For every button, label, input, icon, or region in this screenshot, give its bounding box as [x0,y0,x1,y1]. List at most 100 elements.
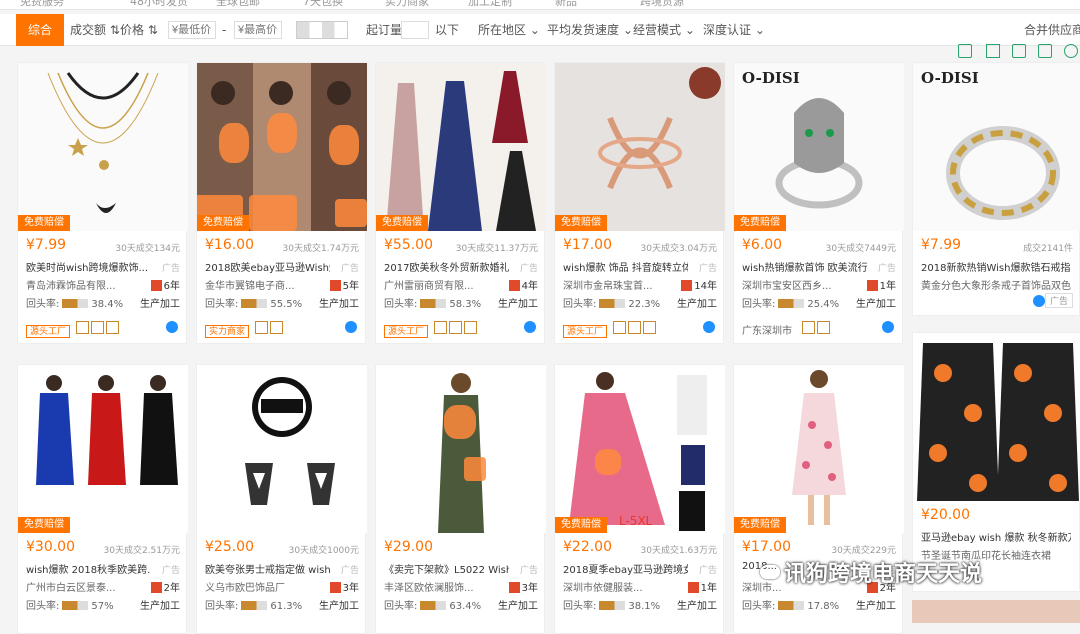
product-image[interactable]: 免费赔偿 [18,63,188,231]
top-strip-item[interactable]: 48小时发货 [130,0,188,9]
product-card[interactable]: ¥20.00 亚马逊ebay wish 爆款 秋冬新款万圣 节圣诞节南瓜印花长袖… [912,332,1080,592]
factory-badge[interactable]: 源头工厂 [563,325,608,338]
factory-badge[interactable]: 源头工厂 [384,325,429,338]
next-product-image[interactable] [912,600,1080,623]
supplier-location[interactable]: 深圳市宝安区西乡... [742,277,852,292]
save-icon[interactable] [1012,44,1026,58]
service-icon[interactable] [628,321,642,334]
product-image[interactable]: O-DISI 免费赔偿 [734,63,904,231]
sort-price-tab[interactable]: 价格 ⇅ [120,14,158,46]
product-image[interactable]: 免费赔偿 [555,63,725,231]
price-histogram[interactable] [296,21,348,39]
supplier-location[interactable]: 广州雷丽商贸有限... [384,277,494,292]
shield-icon[interactable] [106,321,120,334]
top-strip-item[interactable]: 全球包邮 [216,0,260,9]
production-type: 生产加工 [319,601,359,612]
shield-icon[interactable] [643,321,657,334]
top-strip-item[interactable]: 加工定制 [468,0,512,9]
supplier-location[interactable]: 青岛沛霖饰品有限... [26,277,136,292]
service-icon[interactable] [270,321,284,334]
product-card[interactable]: 免费赔偿 ¥55.00 30天成交11.37万元 2017欧美秋冬外贸新款婚礼服… [375,62,546,344]
product-card[interactable]: 免费赔偿 ¥7.99 30天成交134元 欧美时尚wish跨境爆款饰... 广告… [17,62,188,344]
product-title[interactable]: 2018新款热销Wish爆款锆石戒指镶 [921,259,1071,274]
product-image[interactable] [197,365,367,533]
product-subtitle[interactable]: 黄金分色大象形条戒子首饰品双色 [921,277,1071,292]
product-title[interactable]: 2018夏季ebay亚马逊跨境女... [563,561,688,576]
export-icon[interactable] [1038,44,1052,58]
product-card[interactable]: 免费赔偿 ¥30.00 30天成交2.51万元 wish爆款 2018秋季欧美跨… [17,364,188,634]
service-icon[interactable] [255,321,269,334]
top-strip-item[interactable]: 新品 [555,0,577,9]
supplier-location[interactable]: 金华市翼锦电子商... [205,277,315,292]
service-icon[interactable] [91,321,105,334]
max-price-input[interactable] [234,21,282,39]
product-image[interactable]: 免费赔偿 [197,63,367,231]
top-strip-item[interactable]: 7天包换 [303,0,343,9]
product-card[interactable]: 免费赔偿 ¥16.00 30天成交1.74万元 2018欧美ebay亚马逊Wis… [196,62,367,344]
service-icon[interactable] [802,321,815,334]
supplier-location[interactable]: 深圳市金帛珠宝首... [563,277,673,292]
product-title[interactable]: 《卖完下架款》L5022 Wish... [384,561,509,576]
product-title[interactable]: 2017欧美秋冬外贸新款婚礼服ebay... [384,259,509,274]
service-icon[interactable] [449,321,463,334]
merge-supplier-toggle[interactable]: 合并供应商 [1024,14,1080,46]
product-image[interactable]: 免费赔偿 [376,63,546,231]
expand-icon[interactable] [986,44,1000,58]
repeat-rate-label: 回头率: [26,601,60,612]
min-price-input[interactable] [168,21,216,39]
product-title[interactable]: 亚马逊ebay wish 爆款 秋冬新款万圣 [921,529,1071,544]
sort-comprehensive-tab[interactable]: 综合 [16,14,64,46]
product-card[interactable]: ¥25.00 30天成交1000元 欧美夸张男士戒指定做 wish... 广告 … [196,364,367,634]
supplier-location[interactable]: 深圳市依健服装... [563,579,673,594]
chat-icon[interactable] [882,321,894,333]
region-dropdown[interactable]: 所在地区 ⌄ [478,14,540,46]
product-title[interactable]: wish爆款 饰品 抖音旋转立体交叉戒... [563,259,688,274]
product-title[interactable]: 2018欧美ebay亚马逊Wish爆款 [205,259,330,274]
certification-dropdown[interactable]: 深度认证 ⌄ [703,14,765,46]
product-title[interactable]: wish热销爆款首饰 欧美流行... [742,259,867,274]
product-card[interactable]: ¥29.00 《卖完下架款》L5022 Wish... 广告 丰泽区欧依澜服饰.… [375,364,546,634]
brand-logo: O-DISI [742,69,800,87]
shield-icon[interactable] [464,321,478,334]
product-image[interactable]: L-5XL 免费赔偿 [555,365,725,533]
chat-icon[interactable] [345,321,357,333]
service-icon[interactable] [817,321,830,334]
jumpsuit-image [376,365,546,533]
product-image[interactable]: 免费赔偿 [18,365,188,533]
product-image[interactable]: O-DISI [913,63,1080,231]
brand-logo: O-DISI [921,69,979,87]
service-icon[interactable] [613,321,627,334]
chat-icon[interactable] [703,321,715,333]
supplier-location[interactable]: 义乌市欧巴饰品厂 [205,579,315,594]
chat-icon[interactable] [166,321,178,333]
moq-input[interactable] [401,21,429,39]
sort-deals-tab[interactable]: 成交额 ⇅ [70,14,120,46]
product-image[interactable] [376,365,546,533]
supplier-location[interactable]: 广州市白云区景泰... [26,579,136,594]
ship-speed-dropdown[interactable]: 平均发货速度 ⌄ [547,14,633,46]
product-title[interactable]: 欧美夸张男士戒指定做 wish... [205,561,330,576]
chat-icon[interactable] [1033,295,1045,307]
factory-badge[interactable]: 实力商家 [205,325,250,338]
copy-icon[interactable] [958,44,972,58]
business-mode-dropdown[interactable]: 经营模式 ⌄ [633,14,695,46]
supplier-location[interactable]: 丰泽区欧依澜服饰... [384,579,494,594]
product-card[interactable]: 免费赔偿 ¥17.00 30天成交229元 2018... 广告 深圳市... … [733,364,904,634]
product-card[interactable]: O-DISI 免费赔偿 ¥6.00 30天成交7449元 wish热销爆款首饰 … [733,62,904,344]
service-icon[interactable] [434,321,448,334]
product-title[interactable]: wish爆款 2018秋季欧美跨... [26,561,151,576]
chat-icon[interactable] [524,321,536,333]
product-image[interactable]: 免费赔偿 [734,365,904,533]
product-card[interactable]: 免费赔偿 ¥17.00 30天成交3.04万元 wish爆款 饰品 抖音旋转立体… [554,62,725,344]
factory-badge[interactable]: 源头工厂 [26,325,71,338]
product-title[interactable]: 欧美时尚wish跨境爆款饰... [26,259,151,274]
service-icon[interactable] [76,321,90,334]
top-strip-item[interactable]: 跨境货源 [640,0,684,9]
repeat-rate-label: 回头率: [563,601,597,612]
product-image[interactable] [913,333,1080,501]
product-card[interactable]: O-DISI ¥7.99 成交2141件 2018新款热销Wish爆款锆石戒指镶… [912,62,1080,316]
top-strip-item[interactable]: 实力商家 [385,0,429,9]
settings-icon[interactable] [1064,44,1078,58]
top-strip-item[interactable]: 免费服务 [20,0,64,9]
product-card[interactable]: L-5XL 免费赔偿 ¥22.00 30天成交1.63万元 2018夏季ebay… [554,364,725,634]
